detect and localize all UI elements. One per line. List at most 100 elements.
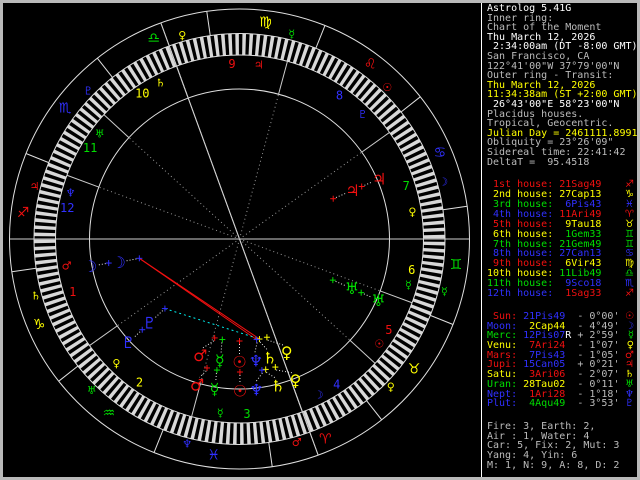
degree-tick-cell [39,189,61,199]
degree-tick-cell [228,33,233,56]
zodiac-sign-icon: ♓ [207,447,220,463]
house-ruler-icon: ☿ [217,406,224,419]
degree-tick-cell [97,371,115,390]
zodiac-sign-icon: ♏ [59,100,72,116]
planet-pointer-line [364,181,373,186]
house-cusp-spoke [239,94,280,240]
degree-tick-cell [35,211,58,218]
degree-tick-cell [421,206,443,213]
degree-tick-cell [82,357,102,375]
sign-ruler-icon: ♅ [87,384,97,397]
transit-planet-icon: ♀ [290,371,302,390]
natal-planet-icon: ♅ [345,279,359,298]
degree-tick-cell [377,103,397,121]
house-ruler-icon: ☉ [374,338,384,351]
degree-tick-cell [192,38,201,60]
planet-position-value: 4Aqu49 [523,398,566,410]
degree-tick-cell [267,35,275,58]
house-cusp-value: 1Sag33 [559,288,602,300]
element-stats-block: Fire: 3, Earth: 2, Air : 1, Water: 4 Car: … [487,422,640,471]
aspect-line [164,308,260,340]
degree-tick-cell [235,33,239,56]
degree-tick-cell [421,260,444,267]
degree-tick-cell [423,241,445,246]
planet-icon: ♇ [625,398,634,410]
house-number: 7 [403,179,410,193]
chart-wheel: ♈♂♉♀♊☿♋☽♌☉♍☿♎ ♀♏♇♐♃♑♄♒♅♓♆1♂2♀3☿4☽5☉6☿7♀8♇… [9,8,470,470]
house-number: 10 [135,86,149,100]
degree-tick-cell [254,34,261,56]
degree-tick-cell [422,254,445,260]
house-number: 3 [243,407,250,421]
transit-planet-icon: ♆ [249,381,263,400]
degree-tick-cell [34,239,56,244]
degree-tick-cell [34,218,57,224]
degree-tick-cell [372,364,391,382]
degree-tick-cell [358,377,375,396]
sign-divider [153,429,164,453]
sign-ruler-icon: ♆ [182,437,192,450]
degree-tick-cell [265,420,273,443]
degree-tick-cell [422,220,445,226]
degree-tick-cell [34,232,56,237]
house-cusp-segment [66,174,99,188]
house-number: 12 [60,201,74,215]
planet-label: Plut: [487,398,524,410]
house-cusp-segment [361,132,390,153]
degree-tick-cell [364,88,382,107]
transit-planet-icon: ♅ [371,291,385,310]
aspect-line [139,257,257,340]
degree-tick-cell [261,34,268,57]
degree-tick-cell [232,422,237,445]
house-ruler-icon: ♂ [62,259,72,272]
zodiac-sign-icon: ♊ [450,257,463,273]
sign-ruler-icon: ♃ [30,180,40,193]
house-ruler-icon: ☿ [405,278,412,291]
degree-tick-cell [199,36,207,59]
sign-divider [400,96,421,113]
degree-tick-cell [242,33,247,56]
planet-pointer-line [97,263,106,266]
natal-planet-icon: ☽ [112,253,126,272]
sign-ruler-icon: ♂ [292,436,302,449]
degree-tick-cell [246,422,251,445]
natal-planet-icon: ☉ [232,353,246,372]
house-number: 4 [333,378,340,392]
house-number: 8 [336,88,343,102]
house-ruler-icon: ♀ [112,357,120,370]
natal-planet-icon: ♃ [345,181,359,200]
house-ruler-icon: ♀ [408,206,416,219]
sign-divider [96,57,113,78]
house-cusp-spoke [98,186,240,240]
planet-pointer-line [363,293,372,298]
sign-divider [25,153,49,164]
degree-tick-cell [98,86,116,105]
degree-tick-cell [190,417,199,440]
degree-tick-cell [423,234,445,239]
natal-planet-icon: ♂ [193,346,207,365]
degree-tick-cell [418,279,440,289]
degree-tick-cell [259,421,266,444]
degree-tick-cell [34,246,56,251]
degree-tick-cell [248,33,254,56]
transit-planet-icon: ☿ [210,379,220,398]
chart-info-line: DeltaT = 95.4518 [487,156,590,168]
degree-tick-cell [34,252,57,258]
degree-tick-cell [272,419,280,442]
house-ruler-icon: ♄ [155,76,165,89]
degree-tick-cell [34,225,56,230]
info-panel: Astrolog 5.41G Inner ring: Chart of the M… [481,0,640,480]
degree-tick-cell [369,93,387,111]
degree-tick-cell [274,37,282,59]
house-number: 9 [228,57,235,71]
transit-planet-icon: ♇ [121,333,135,352]
degree-tick-cell [218,422,225,444]
degree-tick-cell [38,277,61,286]
degree-tick-cell [36,203,59,211]
house-cusp-spoke [128,137,240,240]
degree-tick-cell [93,91,112,110]
degree-tick-cell [92,367,110,385]
zodiac-sign-icon: ♈ [319,431,332,447]
sign-ruler-icon: ♇ [83,85,93,98]
degree-tick-cell [102,376,120,395]
